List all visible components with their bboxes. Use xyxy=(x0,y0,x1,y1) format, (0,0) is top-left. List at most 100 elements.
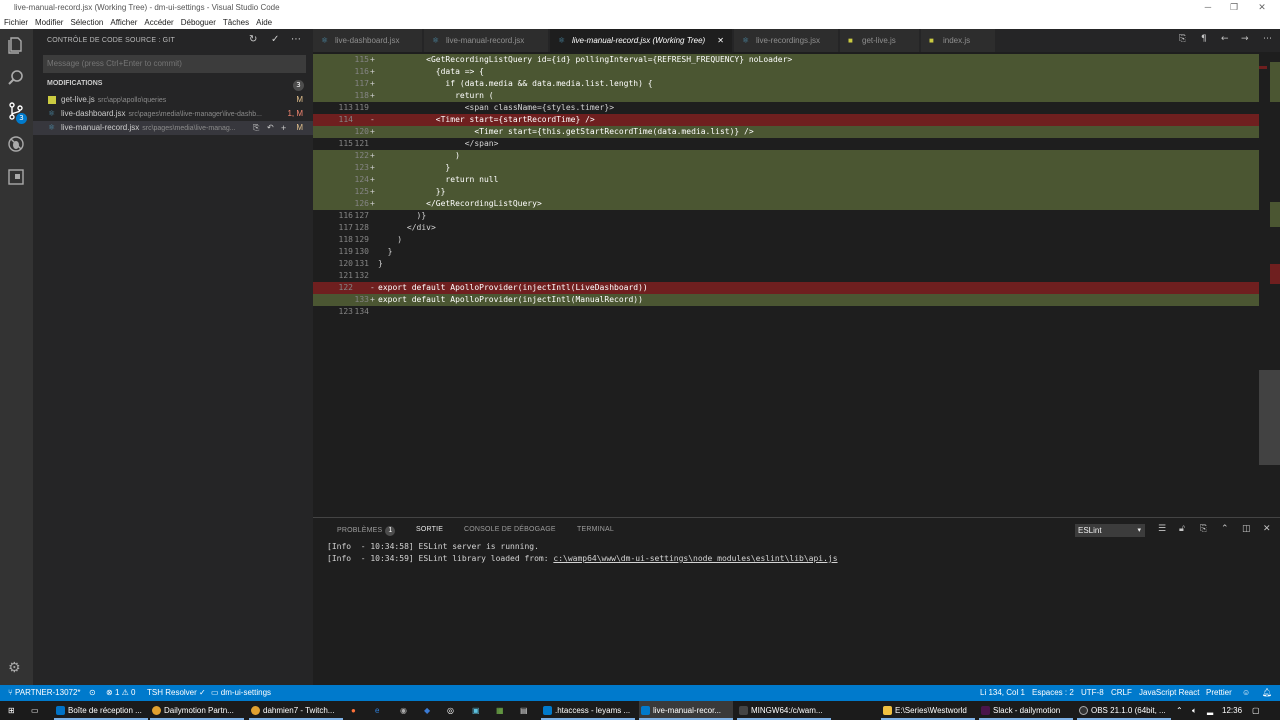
menu-item-aide[interactable]: Aide xyxy=(256,16,272,29)
diff-line[interactable]: 119 130 } xyxy=(313,246,1259,258)
tab-debug-console[interactable]: CONSOLE DE DÉBOGAGE xyxy=(464,526,556,533)
cursor-position[interactable]: Li 134, Col 1 xyxy=(980,685,1025,701)
git-branch[interactable]: ⑂ PARTNER-13072* xyxy=(8,685,81,701)
diff-line[interactable]: 117 128 </div> xyxy=(313,222,1259,234)
open-file-icon[interactable]: ⎘ xyxy=(253,121,259,135)
commit-message-input[interactable] xyxy=(43,55,306,73)
firefox-icon[interactable]: ● xyxy=(351,701,356,720)
diff-line-added[interactable]: 117 + if (data.media && data.media.list.l… xyxy=(313,78,1259,90)
menu-item-afficher[interactable]: Afficher xyxy=(110,16,137,29)
diff-line[interactable]: 118 129 ) xyxy=(313,234,1259,246)
diff-line-added[interactable]: 126 + </GetRecordingListQuery> xyxy=(313,198,1259,210)
tab-index[interactable]: ■ index.js xyxy=(921,29,996,52)
open-file-icon[interactable]: ⎘ xyxy=(1179,34,1186,44)
indentation[interactable]: Espaces : 2 xyxy=(1032,685,1074,701)
taskbar-item[interactable]: OBS 21.1.0 (64bit, ... xyxy=(1077,701,1171,720)
diff-line-added[interactable]: 120 + <Timer start={this.getStartRecordTi… xyxy=(313,126,1259,138)
notifications-icon[interactable]: ▢ xyxy=(1252,701,1260,720)
formatter[interactable]: Prettier xyxy=(1206,685,1232,701)
tab-live-manual-record[interactable]: ⚛ live-manual-record.jsx xyxy=(424,29,549,52)
taskbar-item[interactable]: .htaccess - leyams ... xyxy=(541,701,635,720)
changed-file-row[interactable]: ⚛ live-dashboard.jsx src\pages\media\live… xyxy=(33,107,313,121)
tab-output[interactable]: SORTIE xyxy=(416,526,443,533)
files-icon[interactable] xyxy=(6,35,28,57)
diff-line[interactable]: 123 134 xyxy=(313,306,1259,318)
menu-item-fichier[interactable]: Fichier xyxy=(4,16,28,29)
diff-line[interactable]: 120 131} xyxy=(313,258,1259,270)
diff-line-added[interactable]: 118 + return ( xyxy=(313,90,1259,102)
more-actions-icon[interactable]: ⋯ xyxy=(291,34,301,45)
output-channel-select[interactable]: ESLint ▾ xyxy=(1075,524,1145,537)
diff-line-removed[interactable]: 114 - <Timer start={startRecordTime} /> xyxy=(313,114,1259,126)
diff-line-removed[interactable]: 122 - export default ApolloProvider(inject… xyxy=(313,282,1259,294)
github-icon[interactable]: ◎ xyxy=(447,701,454,720)
diff-line-added[interactable]: 125 + }} xyxy=(313,186,1259,198)
problems-indicator[interactable]: ⊗ 1 ⚠ 0 xyxy=(106,685,135,701)
overview-ruler[interactable] xyxy=(1259,52,1280,517)
maximize-button[interactable]: ❐ xyxy=(1222,0,1246,16)
tray-chevron-icon[interactable]: ⌃ xyxy=(1176,701,1183,720)
more-actions-icon[interactable]: ⋯ xyxy=(1263,34,1272,44)
tab-live-recordings[interactable]: ⚛ live-recordings.jsx xyxy=(734,29,839,52)
menu-item-deboguer[interactable]: Déboguer xyxy=(181,16,216,29)
extensions-icon[interactable] xyxy=(6,167,28,189)
taskbar-item[interactable]: E:\Series\Westworld xyxy=(881,701,975,720)
commit-check-icon[interactable]: ✓ xyxy=(271,34,279,45)
previous-change-icon[interactable]: ← xyxy=(1221,34,1229,44)
language-mode[interactable]: JavaScript React xyxy=(1139,685,1199,701)
app-icon[interactable]: ▣ xyxy=(472,701,480,720)
menu-item-acceder[interactable]: Accéder xyxy=(144,16,173,29)
discard-changes-icon[interactable]: ↶ xyxy=(267,121,274,135)
edge-icon[interactable]: e xyxy=(375,701,379,720)
bell-icon[interactable]: 🔔︎ xyxy=(1262,685,1272,701)
app-icon[interactable]: ◆ xyxy=(424,701,430,720)
app-icon[interactable]: ▤ xyxy=(520,701,528,720)
clock[interactable]: 12:36 xyxy=(1222,701,1242,720)
show-whitespace-icon[interactable]: ¶ xyxy=(1201,34,1207,44)
eslint-path-link[interactable]: c:\wamp64\www\dm-ui-settings\node_module… xyxy=(553,554,837,563)
menu-item-taches[interactable]: Tâches xyxy=(223,16,249,29)
taskbar-item[interactable]: Dailymotion Partn... xyxy=(150,701,244,720)
diff-line-added[interactable]: 133 + export default ApolloProvider(inject… xyxy=(313,294,1259,306)
close-tab-icon[interactable]: ✕ xyxy=(717,29,724,52)
lock-scroll-icon[interactable]: 🔓︎ xyxy=(1179,524,1185,534)
taskbar-item[interactable]: MINGW64:/c/wam... xyxy=(737,701,831,720)
tab-terminal[interactable]: TERMINAL xyxy=(577,526,614,533)
editor-scrollbar-thumb[interactable] xyxy=(1259,370,1280,465)
modifications-header[interactable]: MODIFICATIONS xyxy=(47,80,102,87)
diff-line-added[interactable]: 124 + return null xyxy=(313,174,1259,186)
toggle-panel-layout-icon[interactable]: ◫ xyxy=(1242,524,1251,534)
taskbar-item[interactable]: dahmien7 - Twitch... xyxy=(249,701,343,720)
taskbar-item[interactable]: live-manual-recor... xyxy=(639,701,733,720)
source-control-icon[interactable]: 3 xyxy=(6,101,28,124)
diff-line-added[interactable]: 115 + <GetRecordingListQuery id={id} poll… xyxy=(313,54,1259,66)
task-view-icon[interactable]: ▭ xyxy=(31,701,39,720)
diff-line[interactable]: 113 119 <span className={styles.timer}> xyxy=(313,102,1259,114)
maximize-panel-icon[interactable]: ⌃ xyxy=(1221,524,1229,534)
encoding[interactable]: UTF-8 xyxy=(1081,685,1104,701)
minimize-button[interactable]: ─ xyxy=(1196,0,1220,16)
tab-live-dashboard[interactable]: ⚛ live-dashboard.jsx xyxy=(313,29,423,52)
diff-line[interactable]: 115 121 </span> xyxy=(313,138,1259,150)
diff-line[interactable]: 121 132 xyxy=(313,270,1259,282)
menu-item-selection[interactable]: Sélection xyxy=(70,16,103,29)
changed-file-row[interactable]: get-live.js src\app\apollo\queries M xyxy=(33,93,313,107)
close-window-button[interactable]: ✕ xyxy=(1250,0,1274,16)
tab-live-manual-record-working-tree[interactable]: ⚛ live-manual-record.jsx (Working Tree) ✕ xyxy=(550,29,733,52)
tab-problems[interactable]: PROBLÈMES 1 xyxy=(337,526,396,536)
diff-line-added[interactable]: 122 + ) xyxy=(313,150,1259,162)
speaker-icon[interactable]: 🔈︎ xyxy=(1192,701,1197,720)
app-icon[interactable]: ◉ xyxy=(400,701,407,720)
diff-line-added[interactable]: 123 + } xyxy=(313,162,1259,174)
network-icon[interactable]: ▂ xyxy=(1207,701,1213,720)
clear-output-icon[interactable]: ☰ xyxy=(1158,524,1166,534)
taskbar-item[interactable]: Slack - dailymotion xyxy=(979,701,1073,720)
search-icon[interactable] xyxy=(6,68,28,90)
diff-line-added[interactable]: 116 + {data => { xyxy=(313,66,1259,78)
settings-gear-icon[interactable]: ⚙ xyxy=(8,660,24,676)
debug-icon[interactable] xyxy=(6,134,28,156)
workspace-folder[interactable]: ▭ dm-ui-settings xyxy=(211,685,271,701)
changed-file-row-selected[interactable]: ⚛ live-manual-record.jsx src\pages\media\… xyxy=(33,121,313,135)
diff-editor[interactable]: 115 + <GetRecordingListQuery id={id} poll… xyxy=(313,52,1280,517)
refresh-icon[interactable]: ↻ xyxy=(249,34,257,45)
